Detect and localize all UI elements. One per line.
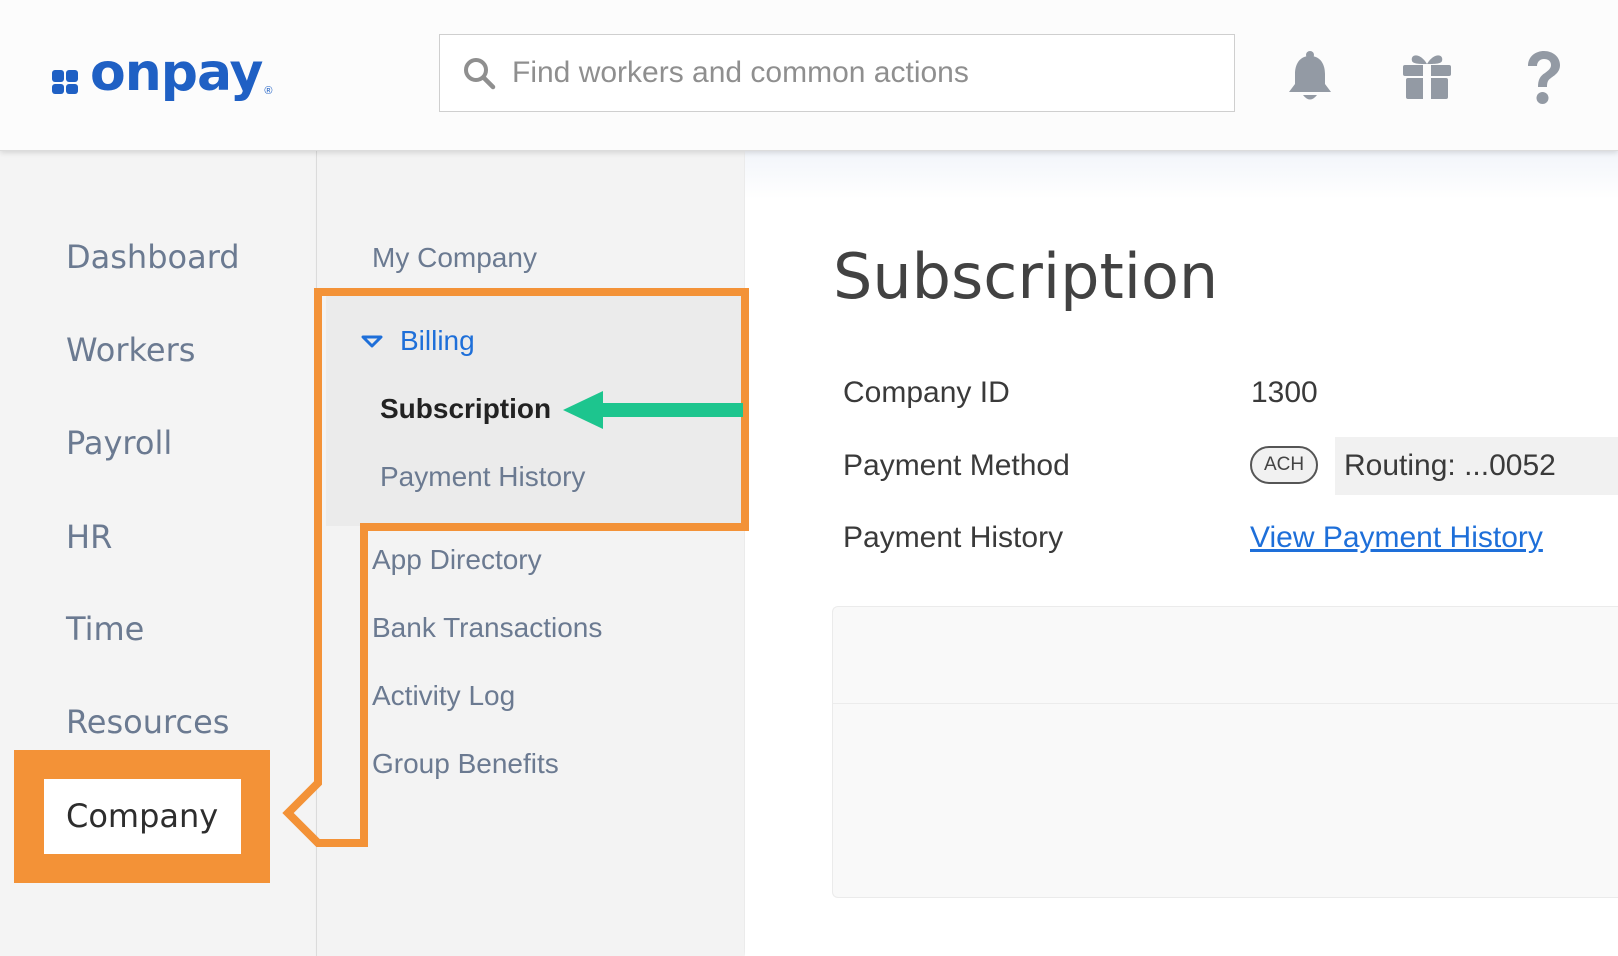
logo-registered-mark: ® bbox=[264, 85, 273, 97]
nav-item-company[interactable]: Company bbox=[44, 779, 241, 854]
content-top-shade bbox=[745, 151, 1618, 199]
payment-history-label: Payment History bbox=[843, 521, 1064, 554]
subnav-item-group-benefits[interactable]: Group Benefits bbox=[372, 748, 559, 780]
onpay-logo[interactable]: onpay ® bbox=[52, 45, 272, 101]
nav-item-payroll[interactable]: Payroll bbox=[66, 424, 172, 462]
subnav-item-app-directory[interactable]: App Directory bbox=[372, 544, 542, 576]
search-input[interactable] bbox=[510, 55, 1214, 91]
nav-item-resources[interactable]: Resources bbox=[66, 703, 229, 741]
search-icon bbox=[464, 58, 496, 90]
subnav-item-bank-transactions[interactable]: Bank Transactions bbox=[372, 612, 602, 644]
view-payment-history-link[interactable]: View Payment History bbox=[1250, 521, 1543, 555]
page-title: Subscription bbox=[833, 240, 1219, 313]
nav-item-hr[interactable]: HR bbox=[66, 518, 112, 556]
routing-number: Routing: ...0052 bbox=[1335, 437, 1618, 495]
top-bar: onpay ® bbox=[0, 0, 1618, 151]
subnav-item-activity-log[interactable]: Activity Log bbox=[372, 680, 515, 712]
logo-text: onpay bbox=[90, 43, 263, 103]
subnav-item-my-company[interactable]: My Company bbox=[372, 242, 537, 274]
search-box[interactable] bbox=[439, 34, 1235, 112]
bell-icon[interactable] bbox=[1287, 50, 1333, 104]
question-icon[interactable] bbox=[1522, 50, 1566, 106]
gift-icon[interactable] bbox=[1402, 52, 1452, 100]
chevron-down-icon[interactable] bbox=[361, 335, 383, 349]
nav-item-workers[interactable]: Workers bbox=[66, 331, 195, 369]
company-id-value: 1300 bbox=[1251, 376, 1318, 409]
nav-item-dashboard[interactable]: Dashboard bbox=[66, 238, 240, 276]
ach-badge: ACH bbox=[1250, 446, 1318, 484]
nav-item-time[interactable]: Time bbox=[66, 610, 144, 648]
subnav-item-payment-history[interactable]: Payment History bbox=[380, 461, 585, 493]
subnav-item-subscription[interactable]: Subscription bbox=[380, 393, 551, 425]
subscription-panel bbox=[832, 606, 1618, 898]
subnav-item-billing[interactable]: Billing bbox=[400, 325, 475, 357]
logo-mark-icon bbox=[52, 60, 86, 94]
company-id-label: Company ID bbox=[843, 376, 1010, 409]
panel-divider bbox=[833, 703, 1618, 704]
payment-method-label: Payment Method bbox=[843, 449, 1070, 482]
